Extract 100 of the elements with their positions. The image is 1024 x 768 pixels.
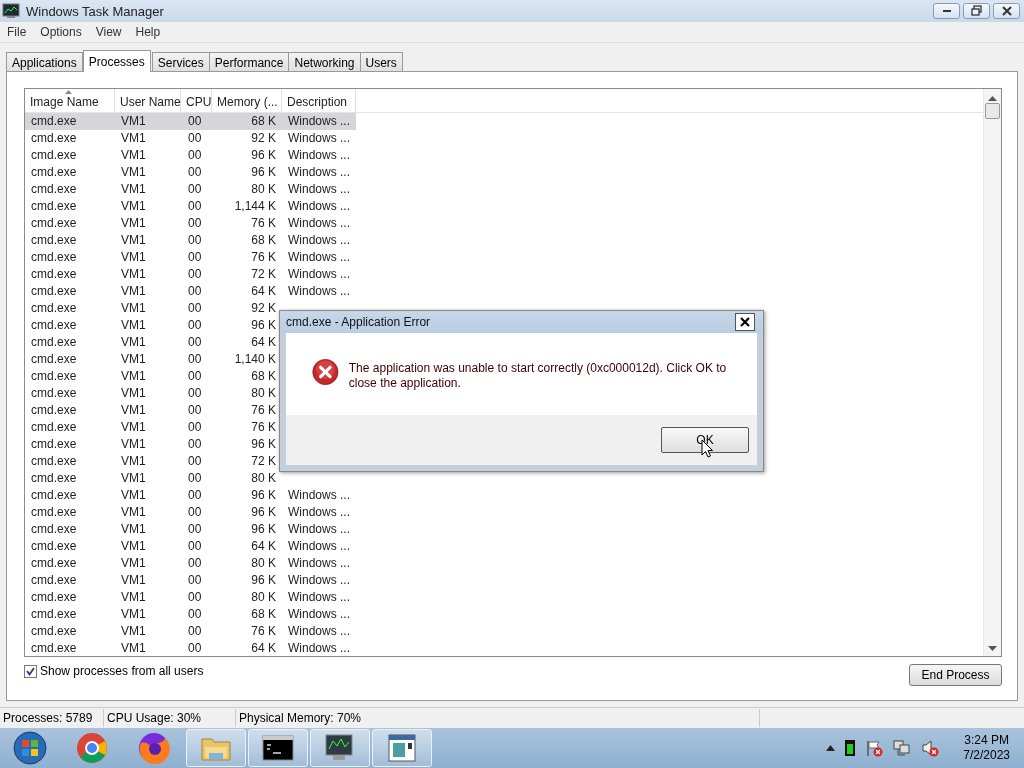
table-cell-text: 96 K [250,504,277,521]
table-cell-text: Windows ... [287,215,351,232]
table-cell-text: Windows ... [287,198,351,215]
tab[interactable]: Performance [208,52,290,71]
table-cell-text: Windows ... [287,606,351,623]
table-cell-text: 1,140 K [233,351,277,368]
table-cell-text: 96 K [250,317,277,334]
network-icon[interactable] [893,739,912,757]
table-cell-text: VM1 [120,453,147,470]
table-cell-text: 00 [187,249,203,266]
tab[interactable]: Users [359,52,403,71]
tab[interactable]: Applications [6,52,83,71]
table-cell-text: cmd.exe [30,436,78,453]
table-cell-text: VM1 [120,147,147,164]
table-cell-text: VM1 [120,419,147,436]
table-cell-text: 00 [187,436,203,453]
taskbar-button[interactable] [310,729,370,767]
table-cell-text: Windows ... [287,266,351,283]
meter-icon[interactable] [845,740,856,756]
table-cell-text: 00 [187,317,203,334]
table-cell-text: 80 K [250,589,277,606]
end-process-button[interactable]: End Process [909,664,1002,686]
caret-up-icon[interactable] [826,745,836,751]
table-cell-text: cmd.exe [30,266,78,283]
table-cell-text: 80 K [250,181,277,198]
scroll-thumb[interactable] [985,103,1000,119]
table-cell: Windows ... [282,113,356,130]
close-button[interactable] [993,3,1020,19]
table-cell-text: VM1 [120,249,147,266]
taskbar-button[interactable] [248,729,308,767]
table-cell-text: 00 [187,504,203,521]
table-cell-text: 76 K [250,623,277,640]
table-cell-text: VM1 [120,589,147,606]
table-cell-text: 80 K [250,555,277,572]
table-cell-text: cmd.exe [30,368,78,385]
table-cell-text: Windows ... [287,164,351,181]
close-button[interactable] [735,313,755,331]
table-cell-text: cmd.exe [30,232,78,249]
table-cell-text: VM1 [120,164,147,181]
column-header[interactable]: Description [282,89,356,112]
table-cell-text: VM1 [120,538,147,555]
browser-icon[interactable] [137,731,171,765]
table-cell-text: 68 K [250,368,277,385]
scroll-down-icon [988,646,997,652]
table-cell-text: 00 [187,164,203,181]
table-cell-text: 00 [187,487,203,504]
checkbox-label: Show processes from all users [40,664,204,678]
table-cell-text: Windows ... [287,555,351,572]
flag-icon[interactable] [865,739,884,757]
table-cell-text: cmd.exe [30,249,78,266]
app-icon [2,3,20,19]
clock-time[interactable]: 3:24 PM [964,733,1009,748]
table-cell-text: 64 K [250,283,277,300]
menu-item[interactable]: Options [33,25,89,39]
table-cell-text: 64 K [250,640,277,656]
table-cell-text: cmd.exe [30,130,78,147]
clock-date[interactable]: 7/2/2023 [963,748,1010,763]
checkbox[interactable] [24,664,37,678]
table-cell-text: VM1 [120,402,147,419]
table-cell-text: VM1 [120,181,147,198]
dialog-title: cmd.exe - Application Error [286,315,431,329]
table-cell-text: cmd.exe [30,504,78,521]
muted-speaker-icon[interactable] [921,739,940,757]
browser-icon[interactable] [75,731,109,765]
table-cell-text: 00 [187,368,203,385]
column-header[interactable]: User Name [115,89,181,112]
table-cell-text: VM1 [120,572,147,589]
table-cell-text: cmd.exe [30,640,78,656]
table-cell-text: cmd.exe [30,419,78,436]
table-cell-text: cmd.exe [30,538,78,555]
table-cell-text: cmd.exe [30,164,78,181]
restore-button[interactable] [963,3,990,19]
table-cell-text: VM1 [120,487,147,504]
table-cell-text: 00 [187,402,203,419]
table-cell-text: 76 K [250,402,277,419]
tab[interactable]: Networking [288,52,361,71]
table-cell-text: 00 [187,147,203,164]
tab[interactable]: Services [151,52,210,71]
minimize-button[interactable] [933,3,960,19]
table-cell-text: cmd.exe [30,351,78,368]
table-cell-text: 00 [187,606,203,623]
tab[interactable]: Processes [82,50,151,72]
column-header[interactable]: Memory (... [212,89,282,112]
table-cell-text: 00 [187,283,203,300]
table-cell-text: 96 K [250,487,277,504]
status-text: Processes: 5789 [0,709,104,727]
table-cell-text: VM1 [120,555,147,572]
start-button[interactable] [13,731,47,765]
table-cell-text: cmd.exe [30,521,78,538]
table-cell-text: Windows ... [287,589,351,606]
menu-item[interactable]: Help [128,25,168,39]
table-cell-text: 00 [187,266,203,283]
menu-item[interactable]: File [0,25,34,39]
column-header[interactable]: Image Name [25,89,115,112]
table-cell-text: 00 [187,640,203,656]
scrollbar[interactable] [983,89,1001,656]
menu-item[interactable]: View [88,25,129,39]
column-header[interactable]: CPU [181,89,212,112]
table-cell-text: 72 K [250,266,277,283]
table-cell-text: cmd.exe [30,572,78,589]
